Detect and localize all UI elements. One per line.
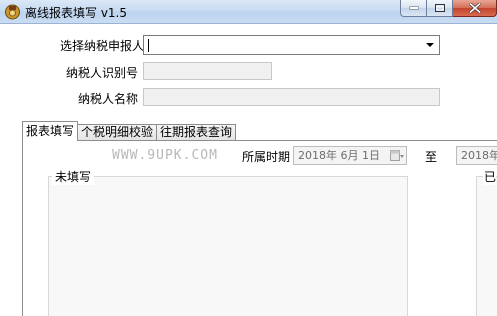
taxpayer-name-field [143,88,440,106]
dropdown-button[interactable] [422,36,439,54]
date-to-picker[interactable]: 2018年 [456,146,497,165]
to-label: 至 [425,150,438,164]
taxpayer-name-label: 纳税人名称 [78,92,139,106]
taxpayer-id-label: 纳税人识别号 [66,66,139,80]
taxpayer-id-field [143,62,272,80]
close-icon [469,3,480,13]
minimize-button[interactable] [400,0,427,17]
caption-buttons [400,0,497,17]
maximize-icon [434,4,445,12]
tax-badge-icon [4,3,21,20]
minimize-icon [409,6,418,10]
maximize-button[interactable] [427,0,453,17]
text-caret [148,39,149,52]
filled-group-label: 已 [483,168,497,185]
date-to-value: 2018年 [461,149,497,162]
chevron-down-icon [426,43,434,47]
unfilled-group-label: 未填写 [52,168,95,185]
tab-past-report-query[interactable]: 往期报表查询 [156,124,237,141]
taxpayer-select-label: 选择纳税申报人 [60,39,145,53]
tab-strip: 报表填写 个税明细校验 往期报表查询 [22,121,237,141]
tab-report-fill[interactable]: 报表填写 [22,121,79,141]
watermark: WWW.9UPK.COM [112,148,218,163]
window-title: 离线报表填写 v1.5 [25,6,128,20]
filled-list[interactable] [476,176,497,316]
tab-tax-detail-check[interactable]: 个税明细校验 [77,124,158,141]
close-button[interactable] [453,0,497,17]
calendar-dropdown-icon[interactable] [390,149,404,162]
title-bar[interactable]: 离线报表填写 v1.5 [0,0,497,24]
date-from-picker[interactable]: 2018年 6月 1日 [293,146,407,165]
period-label: 所属时期 [242,150,291,164]
unfilled-list[interactable] [48,176,408,316]
taxpayer-select[interactable] [143,35,440,55]
date-from-value: 2018年 6月 1日 [298,149,380,162]
